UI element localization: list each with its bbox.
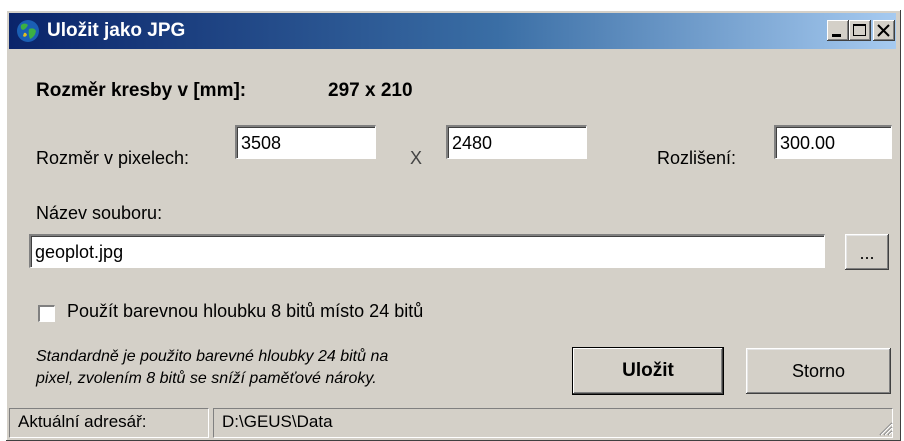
status-dir-path: D:\GEUS\Data (213, 408, 893, 438)
color-depth-note: Standardně je použito barevné hloubky 24… (36, 346, 388, 390)
drawing-size-label: Rozměr kresby v [mm]: (36, 80, 247, 101)
window-title: Uložit jako JPG (47, 20, 186, 41)
save-jpg-dialog: Uložit jako JPG Rozměr kresby v [mm]: 29… (6, 10, 901, 441)
resolution-label: Rozlišení: (657, 148, 737, 168)
file-name-label: Název souboru: (36, 203, 163, 223)
resize-grip-icon[interactable] (877, 420, 893, 436)
status-dir-label: Aktuální adresář: (9, 408, 209, 438)
browse-button[interactable]: ... (845, 234, 889, 270)
color-depth-note-line2: pixel, zvolením 8 bitů se sníží paměťové… (36, 370, 377, 387)
cancel-button[interactable]: Storno (746, 348, 891, 394)
close-icon (877, 24, 890, 37)
app-globe-icon (17, 20, 39, 42)
pixel-size-label: Rozměr v pixelech: (36, 148, 190, 168)
color-depth-checkbox-label[interactable]: Použít barevnou hloubku 8 bitů místo 24 … (67, 301, 423, 322)
save-button[interactable]: Uložit (573, 348, 723, 394)
maximize-icon (853, 24, 866, 36)
close-button[interactable] (873, 20, 895, 41)
resolution-input[interactable] (774, 125, 892, 159)
size-separator: X (410, 148, 423, 168)
title-bar[interactable]: Uložit jako JPG (9, 13, 896, 49)
color-depth-note-line1: Standardně je použito barevné hloubky 24… (36, 348, 389, 365)
maximize-button[interactable] (849, 20, 871, 41)
drawing-size-value: 297 x 210 (328, 80, 413, 101)
pixel-height-input[interactable] (446, 125, 587, 159)
minimize-icon (832, 34, 841, 37)
color-depth-checkbox[interactable] (38, 305, 55, 322)
file-name-input[interactable] (29, 234, 825, 268)
minimize-button[interactable] (827, 20, 849, 41)
pixel-width-input[interactable] (235, 125, 376, 159)
